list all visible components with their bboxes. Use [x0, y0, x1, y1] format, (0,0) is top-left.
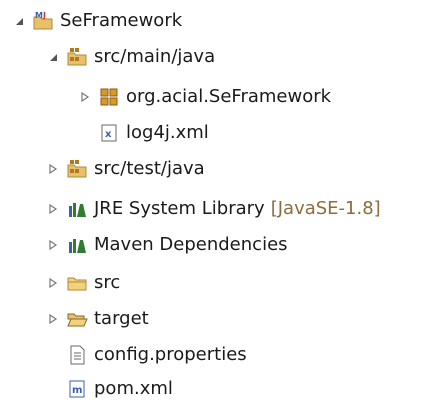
tree-item-log4j-xml[interactable]: x log4j.xml	[76, 116, 209, 150]
tree-item-config-properties[interactable]: config.properties	[44, 338, 247, 372]
tree-item-pom-xml[interactable]: m pom.xml	[44, 372, 173, 406]
expanded-arrow-icon[interactable]	[10, 12, 28, 30]
maven-project-icon: M J	[32, 10, 54, 32]
package-icon	[98, 86, 120, 108]
xml-file-icon: x	[98, 122, 120, 144]
tree-item-src[interactable]: src	[44, 266, 120, 300]
tree-item-label: org.acial.SeFramework	[126, 86, 332, 107]
source-folder-icon	[66, 158, 88, 180]
tree-item-label: config.properties	[94, 344, 247, 365]
library-icon	[66, 234, 88, 256]
tree-item-label: SeFramework	[60, 10, 183, 31]
svg-text:J: J	[42, 11, 46, 20]
tree-item-src-test-java[interactable]: src/test/java	[44, 152, 205, 186]
tree-item-label: pom.xml	[94, 378, 173, 399]
collapsed-arrow-icon[interactable]	[44, 200, 62, 218]
tree-item-label: JRE System Library	[94, 198, 265, 219]
tree-item-target[interactable]: target	[44, 302, 149, 336]
tree-item-label: Maven Dependencies	[94, 234, 288, 255]
collapsed-arrow-icon[interactable]	[44, 310, 62, 328]
collapsed-arrow-icon[interactable]	[44, 274, 62, 292]
tree-item-label: src/main/java	[94, 46, 216, 67]
source-folder-icon	[66, 46, 88, 68]
properties-file-icon	[66, 344, 88, 366]
folder-icon	[66, 272, 88, 294]
tree-item-maven-dependencies[interactable]: Maven Dependencies	[44, 228, 288, 262]
svg-text:M: M	[35, 11, 43, 20]
tree-item-label: src	[94, 272, 121, 293]
tree-item-package[interactable]: org.acial.SeFramework	[76, 80, 331, 114]
tree-item-label: log4j.xml	[126, 122, 209, 143]
open-folder-icon	[66, 308, 88, 330]
collapsed-arrow-icon[interactable]	[44, 236, 62, 254]
maven-pom-icon: m	[66, 378, 88, 400]
tree-item-seframework[interactable]: M J SeFramework	[10, 4, 182, 38]
svg-text:x: x	[105, 129, 112, 140]
tree-item-decoration: [JavaSE-1.8]	[270, 198, 381, 219]
tree-item-label: target	[94, 308, 149, 329]
tree-item-jre-system-library[interactable]: JRE System Library [JavaSE-1.8]	[44, 192, 381, 226]
svg-text:m: m	[72, 385, 82, 396]
collapsed-arrow-icon[interactable]	[44, 160, 62, 178]
collapsed-arrow-icon[interactable]	[76, 88, 94, 106]
tree-item-label: src/test/java	[94, 158, 205, 179]
tree-item-src-main-java[interactable]: src/main/java	[44, 40, 215, 74]
library-icon	[66, 198, 88, 220]
expanded-arrow-icon[interactable]	[44, 48, 62, 66]
project-explorer-tree: M J SeFramework src/main/java org.acial.…	[0, 0, 423, 407]
